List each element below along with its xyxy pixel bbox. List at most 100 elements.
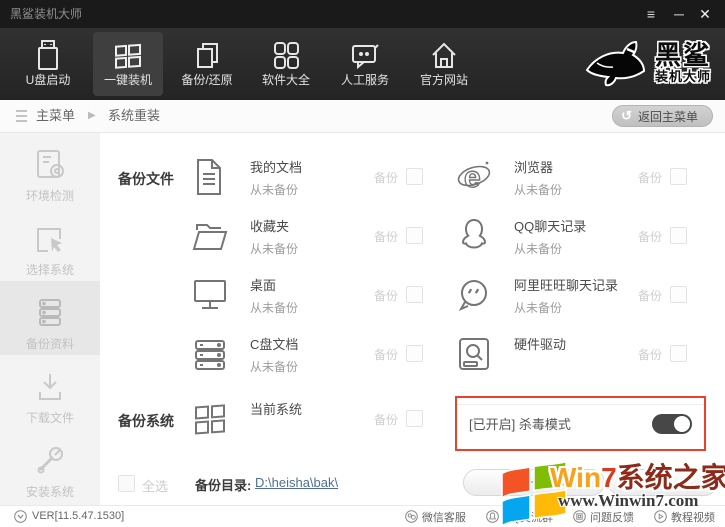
select-all-checkbox[interactable] [118,475,135,492]
server-icon [188,332,232,376]
breadcrumb-current: 系统重装 [108,108,161,123]
backup-label: 备份 [638,348,663,362]
backup-checkbox[interactable] [406,227,423,244]
backup-dir-label: 备份目录: [195,478,252,493]
item-subtitle: 从未备份 [514,242,563,256]
wrench-icon [30,441,70,474]
wangwang-bubble-icon [452,273,496,317]
bottom-controls: 全选 备份目录: D:\heisha\bak\ 上一步 [100,467,725,505]
backup-checkbox[interactable] [406,286,423,303]
list-menu-icon [12,109,28,127]
backup-checkbox[interactable] [406,168,423,185]
backup-checkbox[interactable] [670,286,687,303]
version-icon [14,510,27,523]
feedback-link[interactable]: 问题反馈 [573,509,634,525]
antivirus-mode-label: [已开启] 杀毒模式 [469,417,571,432]
minimize-icon[interactable]: ─ [667,0,691,28]
nav-item-usb-boot[interactable]: U盘启动 [13,32,83,96]
item-subtitle: 从未备份 [514,183,563,197]
nav-item-website[interactable]: 官方网站 [409,32,479,96]
backup-label: 备份 [374,348,399,362]
backup-label: 备份 [374,413,399,427]
title-bar: 黑鲨装机大师 ≡ ─ ✕ [0,0,725,28]
backup-checkbox[interactable] [670,168,687,185]
nav-item-software[interactable]: 软件大全 [251,32,321,96]
sidebar-item-install-system[interactable]: 安装系统 [0,429,100,503]
app-grid-icon [251,32,321,70]
item-title: 收藏夹 [250,219,290,234]
video-tutorial-link[interactable]: 教程视频 [654,509,715,525]
backup-checkbox[interactable] [406,345,423,362]
backup-label: 备份 [374,230,399,244]
sidebar-label: 安装系统 [25,485,74,499]
backup-dir-path-link[interactable]: D:\heisha\bak\ [255,475,338,490]
backup-checkbox[interactable] [670,345,687,362]
sidebar-label: 选择系统 [25,263,74,277]
backup-system-section-label: 备份系统 [118,413,174,429]
menu-icon[interactable]: ≡ [639,0,663,28]
wechat-service-link[interactable]: 微信客服 [405,509,466,525]
backup-panel: 备份文件 备份系统 我的文档 从未备份 备份 收藏夹 从未备份 备份 桌面 从未… [100,133,725,505]
nav-label: U盘启动 [25,73,71,87]
version-text: VER[11.5.47.1530] [14,506,124,527]
item-title: 硬件驱动 [514,337,567,352]
backup-label: 备份 [638,289,663,303]
item-title: QQ聊天记录 [514,219,587,234]
backup-item-qq-history: QQ聊天记录 从未备份 备份 [452,212,704,262]
status-bar: VER[11.5.47.1530] 微信客服 QQ交流群 问题反馈 教程视频 [0,505,725,527]
back-to-menu-button[interactable]: ↺ 返回主菜单 [612,105,713,127]
item-title: 当前系统 [250,402,303,417]
nav-item-backup-restore[interactable]: 备份/还原 [172,32,242,96]
select-all-label: 全选 [142,479,169,494]
qq-icon [486,510,499,523]
item-subtitle: 从未备份 [250,360,299,374]
app-window: 黑鲨装机大师 ≡ ─ ✕ U盘启动 一键装机 备份/还原 软件大全 人工服务 官… [0,0,725,527]
breadcrumb-separator-icon: ▶ [88,110,96,121]
backup-label: 备份 [638,171,663,185]
harddrive-icon [452,332,496,376]
item-subtitle: 从未备份 [250,183,299,197]
item-subtitle: 从未备份 [514,301,563,315]
select-system-icon [30,219,70,252]
home-icon [409,32,479,70]
nav-label: 人工服务 [340,73,389,87]
copy-restore-icon [172,32,242,70]
brand-subtitle: 装机大师 [654,69,711,85]
sidebar-item-download[interactable]: 下载文件 [0,355,100,429]
main-nav: U盘启动 一键装机 备份/还原 软件大全 人工服务 官方网站 黑鲨 装机大师 [0,28,725,100]
status-links: 微信客服 QQ交流群 问题反馈 教程视频 [405,506,715,527]
sidebar-item-backup-data[interactable]: 备份资料 [0,281,100,355]
qq-group-link[interactable]: QQ交流群 [486,509,553,525]
backup-label: 备份 [638,230,663,244]
nav-label: 软件大全 [261,73,310,87]
nav-label: 官方网站 [419,73,468,87]
sidebar-label: 下载文件 [25,411,74,425]
shark-logo-icon [583,36,649,92]
step-sidebar: 环境检测 选择系统 备份资料 下载文件 安装系统 [0,133,100,505]
backup-label: 备份 [374,171,399,185]
next-step-button[interactable] [608,469,718,496]
wechat-icon [405,510,418,523]
antivirus-mode-highlight: [已开启] 杀毒模式 [455,396,706,451]
backup-checkbox[interactable] [406,410,423,427]
antivirus-toggle[interactable] [652,414,692,434]
backup-checkbox[interactable] [670,227,687,244]
sidebar-item-select-system[interactable]: 选择系统 [0,207,100,281]
ie-browser-icon: e [452,155,496,199]
breadcrumb-bar: 主菜单 ▶ 系统重装 ↺ 返回主菜单 [0,100,725,133]
backup-item-drivers: 硬件驱动 备份 [452,330,704,380]
backup-files-section-label: 备份文件 [118,171,174,187]
close-icon[interactable]: ✕ [693,0,717,28]
brand-name: 黑鲨 [654,39,711,70]
folder-icon [188,214,232,258]
breadcrumb-root[interactable]: 主菜单 [36,100,75,132]
previous-step-button[interactable]: 上一步 [463,469,605,496]
usb-drive-icon [13,32,83,70]
nav-label: 一键装机 [103,73,152,87]
nav-item-one-key-install[interactable]: 一键装机 [93,32,163,96]
sidebar-item-env-check[interactable]: 环境检测 [0,133,100,207]
nav-item-service[interactable]: 人工服务 [330,32,400,96]
item-title: 浏览器 [514,160,554,175]
backup-item-current-system: 当前系统 备份 [188,395,440,445]
download-icon [30,367,70,400]
